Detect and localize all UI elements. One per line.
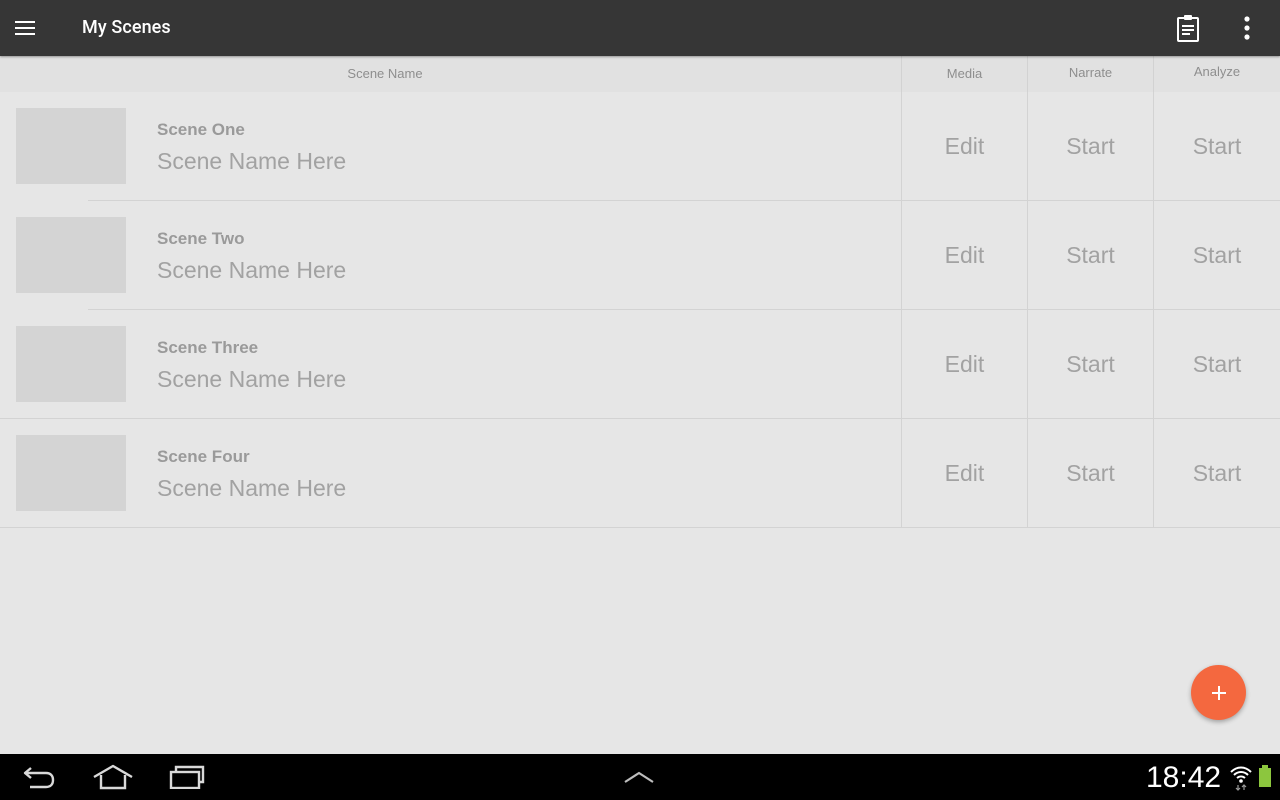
page-title: My Scenes — [82, 17, 171, 38]
scene-row: Scene Three Scene Name Here Edit Start S… — [0, 310, 1280, 419]
chevron-up-icon — [624, 771, 654, 783]
analyze-start-button[interactable]: Start — [1153, 419, 1280, 528]
scene-item[interactable]: Scene One Scene Name Here — [0, 92, 901, 201]
scene-item[interactable]: Scene Three Scene Name Here — [0, 310, 901, 419]
scene-list: Scene One Scene Name Here Edit Start Sta… — [0, 92, 1280, 528]
scene-title: Scene Four — [157, 447, 250, 466]
scene-subtitle: Scene Name Here — [157, 148, 347, 174]
scene-thumbnail — [16, 326, 126, 402]
system-nav-bar: 18:42 — [0, 754, 1280, 800]
column-spacer — [770, 56, 901, 92]
narrate-start-button[interactable]: Start — [1027, 201, 1153, 310]
home-button[interactable] — [88, 754, 138, 800]
scene-row: Scene One Scene Name Here Edit Start Sta… — [0, 92, 1280, 201]
add-scene-button[interactable] — [1191, 665, 1246, 720]
row-divider — [0, 527, 1280, 528]
column-narrate: Narrate — [1027, 56, 1153, 92]
analyze-start-button[interactable]: Start — [1153, 92, 1280, 201]
recents-button[interactable] — [162, 754, 212, 800]
scene-subtitle: Scene Name Here — [157, 257, 347, 283]
analyze-start-button[interactable]: Start — [1153, 201, 1280, 310]
back-button[interactable] — [14, 754, 64, 800]
scene-title: Scene One — [157, 120, 245, 139]
scene-row: Scene Four Scene Name Here Edit Start St… — [0, 419, 1280, 528]
scene-row: Scene Two Scene Name Here Edit Start Sta… — [0, 201, 1280, 310]
scene-thumbnail — [16, 217, 126, 293]
more-vert-icon — [1244, 16, 1250, 40]
app-drawer-button[interactable] — [614, 754, 664, 800]
media-edit-button[interactable]: Edit — [901, 419, 1027, 528]
narrate-start-button[interactable]: Start — [1027, 92, 1153, 201]
app-bar: My Scenes — [0, 0, 1280, 56]
recents-icon — [169, 765, 205, 789]
column-header: Scene Name Media Narrate Analyze — [0, 56, 1280, 92]
scene-title: Scene Three — [157, 338, 259, 357]
media-edit-button[interactable]: Edit — [901, 92, 1027, 201]
clipboard-button[interactable] — [1166, 6, 1210, 50]
scene-title: Scene Two — [157, 229, 245, 248]
column-analyze: Analyze — [1153, 56, 1280, 92]
clipboard-icon — [1177, 15, 1199, 42]
scene-subtitle: Scene Name Here — [157, 475, 347, 501]
analyze-start-button[interactable]: Start — [1153, 310, 1280, 419]
media-edit-button[interactable]: Edit — [901, 310, 1027, 419]
scene-thumbnail — [16, 435, 126, 511]
plus-icon — [1211, 685, 1226, 700]
column-media: Media — [901, 56, 1027, 92]
narrate-start-button[interactable]: Start — [1027, 310, 1153, 419]
overflow-menu-button[interactable] — [1226, 6, 1268, 50]
back-icon — [23, 767, 55, 789]
wifi-icon — [1230, 766, 1252, 791]
scene-item[interactable]: Scene Two Scene Name Here — [0, 201, 901, 310]
hamburger-menu-icon — [15, 21, 35, 35]
status-clock: 18:42 — [1146, 761, 1222, 794]
menu-button[interactable] — [0, 0, 50, 56]
column-scene-name: Scene Name — [347, 66, 423, 81]
narrate-start-button[interactable]: Start — [1027, 419, 1153, 528]
battery-icon — [1259, 765, 1271, 787]
scene-item[interactable]: Scene Four Scene Name Here — [0, 419, 901, 528]
scene-subtitle: Scene Name Here — [157, 366, 347, 392]
media-edit-button[interactable]: Edit — [901, 201, 1027, 310]
scene-thumbnail — [16, 108, 126, 184]
home-icon — [93, 764, 133, 790]
